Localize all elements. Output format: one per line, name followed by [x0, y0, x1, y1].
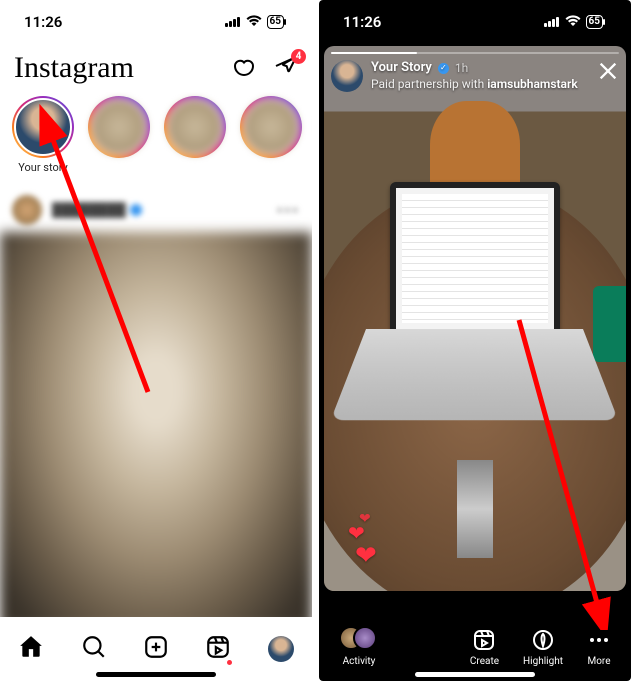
story-footer: Activity Create Highlight More [319, 626, 631, 667]
activity-label: Activity [343, 656, 376, 667]
heart-icon: ❤ [359, 511, 371, 527]
viewer-avatars [339, 626, 379, 652]
more-button[interactable]: More [587, 628, 611, 667]
reels-badge [227, 660, 232, 665]
instagram-logo[interactable]: Instagram [14, 51, 214, 85]
highlight-label: Highlight [523, 656, 563, 667]
post-author-avatar[interactable] [12, 195, 42, 225]
tab-home[interactable] [18, 634, 44, 664]
verified-icon [130, 204, 142, 216]
story-viewer-screenshot: 11:26 65 Your Story ✓ 1h [319, 0, 631, 681]
cellular-icon [544, 13, 560, 31]
tab-create[interactable] [143, 634, 169, 664]
home-indicator [415, 672, 535, 677]
close-button[interactable] [597, 60, 619, 86]
more-label: More [587, 656, 610, 667]
your-story[interactable]: Your story [10, 96, 76, 174]
wifi-icon [565, 13, 581, 31]
highlight-button[interactable]: Highlight [523, 628, 563, 667]
status-bar: 11:26 65 [0, 0, 312, 44]
messages-button[interactable]: 4 [274, 54, 298, 82]
battery-icon: 65 [267, 15, 284, 29]
verified-icon: ✓ [438, 63, 449, 74]
profile-avatar-icon [268, 636, 294, 662]
story-progress [331, 52, 619, 54]
story-item[interactable] [86, 96, 152, 158]
post-menu-button[interactable]: ••• [277, 201, 300, 220]
status-time: 11:26 [343, 13, 381, 31]
notifications-button[interactable] [232, 54, 256, 82]
story-title[interactable]: Your Story [371, 60, 432, 77]
story-item[interactable] [162, 96, 228, 158]
tab-search[interactable] [81, 634, 107, 664]
paid-partnership-label: Paid partnership with [371, 77, 487, 91]
create-button[interactable]: Create [470, 628, 499, 667]
status-time: 11:26 [24, 13, 62, 31]
story-author-avatar[interactable] [331, 60, 363, 92]
feed-screenshot: 11:26 65 Instagram 4 Your story [0, 0, 312, 681]
activity-button[interactable]: Activity [339, 626, 379, 667]
create-label: Create [470, 656, 499, 667]
home-indicator [96, 672, 216, 677]
heart-icon: ❤ [355, 541, 377, 571]
story-media[interactable] [324, 46, 626, 591]
post-header: ████████ ••• [0, 188, 312, 232]
story-header: Your Story ✓ 1h Paid partnership with ia… [331, 60, 619, 92]
post-image[interactable] [0, 232, 312, 628]
messages-badge: 4 [291, 49, 306, 64]
story-item[interactable] [238, 96, 304, 158]
tab-reels[interactable] [205, 634, 231, 664]
your-story-label: Your story [18, 161, 68, 174]
partner-handle[interactable]: iamsubhamstark [487, 77, 577, 91]
post-author-name[interactable]: ████████ [52, 202, 126, 218]
cellular-icon [225, 13, 241, 31]
battery-icon: 65 [586, 15, 603, 29]
tab-profile[interactable] [268, 636, 294, 662]
stories-tray[interactable]: Your story [0, 92, 312, 188]
wifi-icon [246, 13, 262, 31]
story-timestamp: 1h [455, 61, 468, 77]
status-bar: 11:26 65 [319, 0, 631, 44]
instagram-header: Instagram 4 [0, 44, 312, 92]
